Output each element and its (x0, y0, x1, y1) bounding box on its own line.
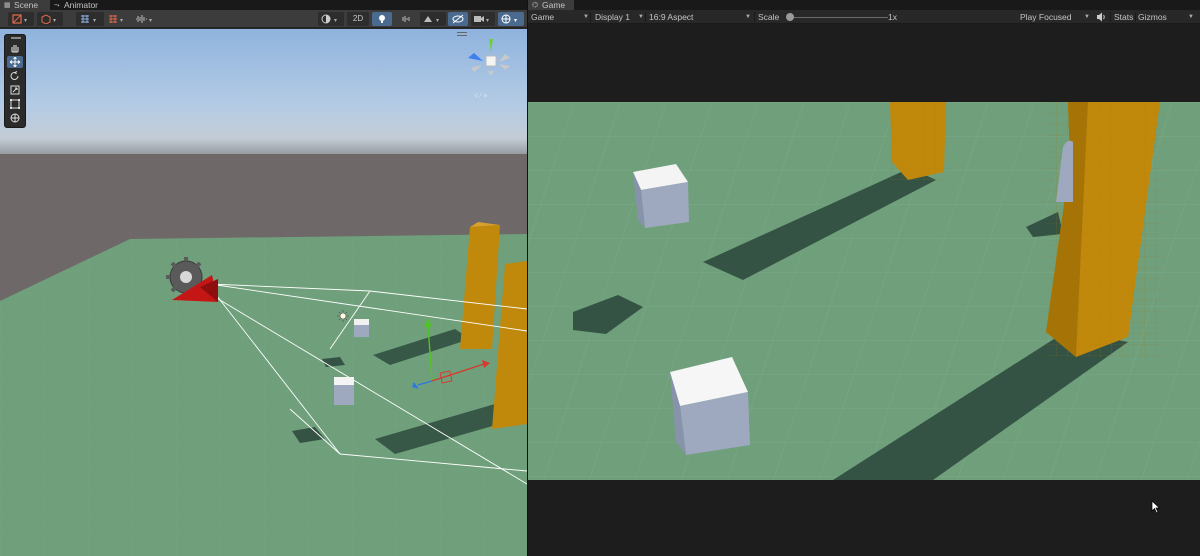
gizmos-label: Gizmos (1138, 12, 1167, 22)
unity-editor: ▦ Scene ⤳ Animator ▾ ▾ ▾ ▾ ▾ ▾ 2D ▾ ▾ ▾ … (0, 0, 1200, 556)
mouse-cursor-icon (1151, 500, 1161, 514)
rendering-debugger-dropdown[interactable]: ▾ (132, 12, 158, 26)
tab-game-label: Game (542, 0, 566, 10)
neg-x-cone[interactable] (499, 64, 510, 70)
orientation-gizmo[interactable]: < ⁄ ≡ (466, 36, 518, 102)
hand-icon (11, 45, 19, 53)
chevron-down-icon: ▼ (638, 14, 644, 20)
chevron-down-icon: ▼ (583, 14, 589, 20)
x-axis-cone[interactable] (499, 54, 510, 62)
game-toolbar: Game ▼ Display 1 ▼ 16:9 Aspect ▼ Scale 1… (528, 10, 1200, 24)
scene-toolbar: ▾ ▾ ▾ ▾ ▾ ▾ 2D ▾ ▾ ▾ (0, 10, 527, 28)
aspect-label: 16:9 Aspect (649, 12, 694, 22)
effects-dropdown[interactable]: ▾ (420, 12, 446, 26)
gizmos-button[interactable]: Gizmos ▼ (1138, 10, 1194, 24)
svg-text:▾: ▾ (53, 18, 56, 24)
mute-audio-button[interactable] (1096, 10, 1108, 24)
aspect-dropdown[interactable]: 16:9 Aspect ▼ (649, 10, 753, 24)
game-3d-render (528, 102, 1200, 480)
move-tool-button[interactable] (7, 56, 23, 68)
draw-mode-dropdown[interactable]: ▾ (37, 12, 63, 26)
chevron-down-icon: ▼ (1084, 14, 1090, 20)
scale-value: 1x (888, 12, 897, 22)
tab-game[interactable]: ⌬ Game (528, 0, 574, 10)
svg-text:▾: ▾ (436, 18, 439, 24)
game-view-type-dropdown[interactable]: Game ▼ (531, 10, 589, 24)
shading-mode-dropdown[interactable]: ▾ (8, 12, 34, 26)
pillar (1046, 102, 1161, 357)
cube (354, 319, 369, 337)
2d-toggle-button[interactable]: 2D (347, 12, 369, 26)
cube (670, 357, 750, 455)
scale-slider-thumb[interactable] (786, 13, 794, 21)
game-view-type-label: Game (531, 12, 555, 22)
transform-tool-button[interactable] (7, 112, 23, 124)
gizmo-center-cube[interactable] (485, 55, 497, 67)
svg-text:▾: ▾ (334, 18, 337, 24)
move-icon (9, 57, 21, 67)
cube (633, 164, 689, 228)
play-mode-label: Play Focused (1020, 12, 1072, 22)
rotate-tool-button[interactable] (7, 70, 23, 82)
game-viewport[interactable] (528, 102, 1200, 480)
tab-scene-label: Scene (14, 0, 39, 10)
palette-grip[interactable] (11, 37, 21, 39)
display-label: Display 1 (595, 12, 630, 22)
hidden-objects-toggle[interactable] (448, 12, 468, 26)
game-tabbar: ⌬ Game (528, 0, 1200, 10)
play-mode-dropdown[interactable]: Play Focused ▼ (1020, 10, 1092, 24)
transform-icon (10, 113, 20, 123)
svg-text:▾: ▾ (93, 18, 96, 24)
neg-y-cone[interactable] (488, 71, 494, 76)
svg-text:▾: ▾ (514, 18, 517, 24)
scale-slider-track[interactable] (788, 17, 888, 18)
rect-icon (10, 99, 20, 109)
z-axis-cone[interactable] (468, 53, 483, 61)
shaded-mode-dropdown[interactable]: ▾ (318, 12, 344, 26)
scene-3d-view (0, 29, 527, 556)
sky (0, 29, 527, 169)
svg-text:< ⁄ ≡: < ⁄ ≡ (474, 93, 487, 100)
chevron-down-icon: ▼ (1188, 14, 1194, 20)
cube (334, 377, 354, 405)
scene-tabbar: ▦ Scene ⤳ Animator (0, 0, 527, 10)
scene-viewport[interactable]: < ⁄ ≡ (0, 29, 527, 556)
audio-toggle-button[interactable] (396, 12, 416, 26)
hand-tool-button[interactable] (7, 42, 23, 54)
stats-button[interactable]: Stats (1114, 10, 1133, 24)
gizmos-dropdown[interactable]: ▾ (498, 12, 524, 26)
speaker-icon (1097, 12, 1105, 22)
rect-tool-button[interactable] (7, 98, 23, 110)
display-dropdown[interactable]: Display 1 ▼ (595, 10, 645, 24)
tab-scene[interactable]: ▦ Scene (0, 0, 50, 10)
chevron-down-icon: ▼ (745, 14, 751, 20)
grid-visibility-dropdown[interactable]: ▾ (105, 12, 129, 26)
svg-text:▾: ▾ (120, 18, 123, 24)
svg-text:▾: ▾ (24, 18, 27, 24)
pillar (890, 102, 946, 180)
tab-animator[interactable]: ⤳ Animator (50, 0, 110, 10)
neg-z-cone[interactable] (471, 65, 482, 72)
scale-label: Scale (758, 12, 780, 22)
scale-icon (10, 85, 20, 95)
snap-grid-button[interactable]: ▾ (76, 12, 104, 26)
tool-palette (4, 34, 26, 128)
game-panel: ⌬ Game Game ▼ Display 1 ▼ 16:9 Aspect ▼ … (528, 0, 1200, 556)
scene-camera-dropdown[interactable]: ▾ (471, 12, 495, 26)
lighting-toggle-button[interactable] (372, 12, 392, 26)
y-axis-cone[interactable] (489, 39, 493, 52)
scene-panel: ▦ Scene ⤳ Animator ▾ ▾ ▾ ▾ ▾ ▾ 2D ▾ ▾ ▾ … (0, 0, 527, 556)
scale-tool-button[interactable] (7, 84, 23, 96)
rotate-icon (10, 71, 19, 80)
svg-text:▾: ▾ (486, 18, 489, 24)
svg-text:▾: ▾ (149, 18, 152, 24)
tab-animator-label: Animator (64, 0, 99, 10)
